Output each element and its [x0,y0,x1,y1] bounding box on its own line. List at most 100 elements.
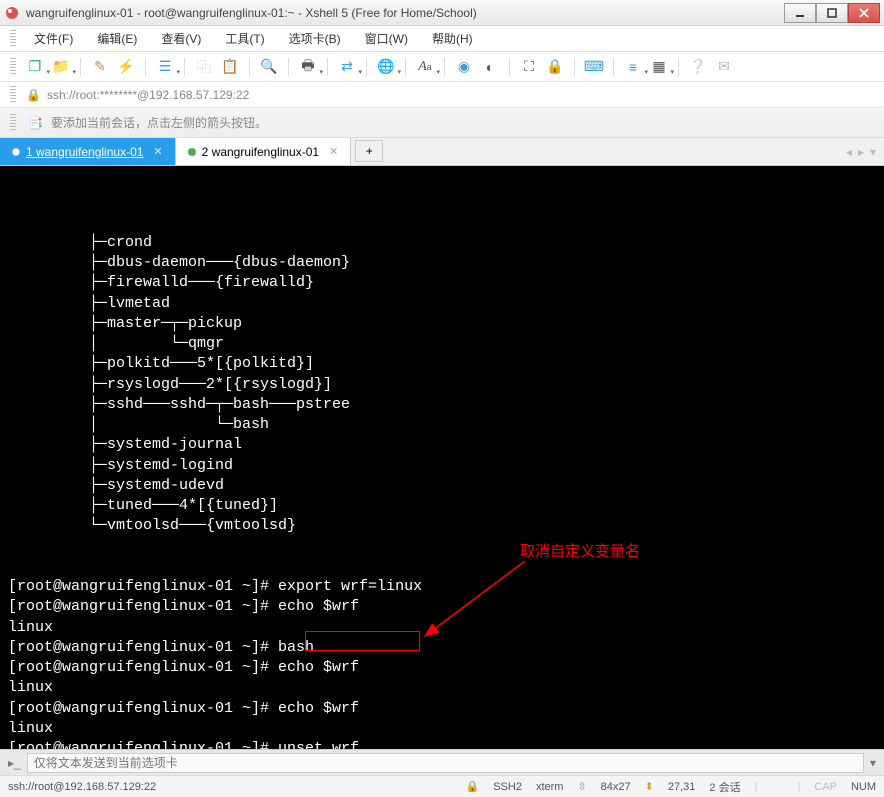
status-ssh: SSH2 [493,781,522,793]
properties-icon[interactable]: ☰▾ [154,56,176,78]
status-sessions: 2 会话 [709,779,740,795]
toolbar: ❐▾ 📁▾ ✎ ⚡ ☰▾ ⿻ 📋 🔍 🖶▾ ⇄▾ 🌐▾ Aa▾ ◉ ◐ ⛶ 🔒 … [0,52,884,82]
fullscreen-icon[interactable]: ⛶ [518,56,540,78]
open-folder-icon[interactable]: 📁▾ [50,56,72,78]
toolbar-sep [145,58,146,76]
titlebar[interactable]: wangruifenglinux-01 - root@wangruifengli… [0,0,884,26]
highlight-icon[interactable]: ◐ [479,56,501,78]
toolbar-sep [288,58,289,76]
menu-edit[interactable]: 编辑(E) [87,28,147,49]
menu-help[interactable]: 帮助(H) [422,28,483,49]
paste-icon[interactable]: 📋 [219,56,241,78]
menubar: 文件(F) 编辑(E) 查看(V) 工具(T) 选项卡(B) 窗口(W) 帮助(… [0,26,884,52]
send-input-field[interactable] [27,753,864,773]
tab-label: 2 wangruifenglinux-01 [202,145,319,159]
close-button[interactable] [848,3,880,23]
toolbar-sep [184,58,185,76]
app-icon [4,5,20,21]
terminal-size-icon: ⇳ [577,780,586,793]
menu-tab[interactable]: 选项卡(B) [279,28,351,49]
status-cursor-pos: 27,31 [668,781,696,793]
tipbar-text: 要添加当前会话，点击左侧的箭头按钮。 [51,114,267,131]
send-input-icon[interactable]: ▸_ [8,756,21,770]
tab-bar: 1 wangruifenglinux-01 ✕ 2 wangruifenglin… [0,138,884,166]
toolbar-sep [80,58,81,76]
bookmark-add-icon[interactable]: 📑 [28,116,43,130]
terminal-line: ├─systemd-udevd [8,476,876,496]
status-term: xterm [536,781,564,793]
maximize-button[interactable] [816,3,848,23]
find-icon[interactable]: 🔍 [258,56,280,78]
tab-add-button[interactable]: + [355,140,383,162]
menu-window[interactable]: 窗口(W) [355,28,418,49]
toolbar-grip[interactable] [10,58,16,76]
terminal-line: linux [8,719,876,739]
cursor-pos-icon: ⬍ [645,780,654,793]
send-input-dropdown-icon[interactable]: ▾ [870,756,876,770]
tab-session-1[interactable]: 1 wangruifenglinux-01 ✕ [0,138,176,165]
tab-label: 1 wangruifenglinux-01 [26,145,143,159]
copy-icon[interactable]: ⿻ [193,56,215,78]
toolbar-sep [444,58,445,76]
send-input-bar: ▸_ ▾ [0,749,884,775]
tab-status-dot [12,148,20,156]
terminal-line: [root@wangruifenglinux-01 ~]# bash [8,638,876,658]
help-icon[interactable]: ❔ [687,56,709,78]
terminal-line: ├─sshd───sshd─┬─bash───pstree [8,395,876,415]
tab-close-icon[interactable]: ✕ [153,145,162,158]
addressbar-text[interactable]: ssh://root:********@192.168.57.129:22 [47,88,874,102]
terminal-line: ├─firewalld───{firewalld} [8,273,876,293]
status-num: NUM [851,781,876,793]
terminal-line: ├─crond [8,233,876,253]
tab-status-dot [188,148,196,156]
terminal-line: linux [8,618,876,638]
terminal-line: ├─polkitd───5*[{polkitd}] [8,354,876,374]
tipbar-grip[interactable] [10,114,16,132]
terminal-line: linux [8,678,876,698]
annotation-highlight-box [305,631,420,651]
terminal-line: ├─lvmetad [8,294,876,314]
font-icon[interactable]: Aa▾ [414,56,436,78]
toolbar-sep [509,58,510,76]
lock-icon[interactable]: 🔒 [544,56,566,78]
transfer-icon[interactable]: ⇄▾ [336,56,358,78]
annotation-text: 取消自定义变量名 [520,542,640,562]
terminal-line: ├─tuned───4*[{tuned}] [8,496,876,516]
minimize-button[interactable] [784,3,816,23]
print-icon[interactable]: 🖶▾ [297,56,319,78]
reconnect-icon[interactable]: ✎ [89,56,111,78]
menu-grip[interactable] [10,30,16,48]
toolbar-sep [366,58,367,76]
menu-view[interactable]: 查看(V) [151,28,211,49]
layout-icon[interactable]: ▦▾ [648,56,670,78]
script-icon[interactable]: ≡▾ [622,56,644,78]
tab-session-2[interactable]: 2 wangruifenglinux-01 ✕ [176,138,352,165]
tab-list-icon[interactable]: ▾ [870,145,876,159]
menu-file[interactable]: 文件(F) [24,28,83,49]
addressbar: 🔒 ssh://root:********@192.168.57.129:22 [0,82,884,108]
addressbar-grip[interactable] [10,86,16,104]
terminal-line: [root@wangruifenglinux-01 ~]# echo $wrf [8,658,876,678]
terminal[interactable]: ├─crond ├─dbus-daemon───{dbus-daemon} ├─… [0,166,884,749]
color-scheme-icon[interactable]: ◉ [453,56,475,78]
lock-status-icon: 🔒 [466,780,480,793]
window-controls [784,3,880,23]
tab-next-icon[interactable]: ▸ [858,145,864,159]
terminal-line: ├─dbus-daemon───{dbus-daemon} [8,253,876,273]
terminal-line: │ └─bash [8,415,876,435]
globe-icon[interactable]: 🌐▾ [375,56,397,78]
tab-close-icon[interactable]: ✕ [329,145,338,158]
about-icon[interactable]: ✉ [713,56,735,78]
keyboard-icon[interactable]: ⌨ [583,56,605,78]
terminal-line: │ └─qmgr [8,334,876,354]
app-window: wangruifenglinux-01 - root@wangruifengli… [0,0,884,797]
tab-prev-icon[interactable]: ◂ [846,145,852,159]
new-session-icon[interactable]: ❐▾ [24,56,46,78]
terminal-line: ├─systemd-journal [8,435,876,455]
titlebar-text: wangruifenglinux-01 - root@wangruifengli… [26,6,784,20]
menu-tools[interactable]: 工具(T) [215,28,274,49]
terminal-line: └─vmtoolsd───{vmtoolsd} [8,516,876,536]
terminal-line: ├─rsyslogd───2*[{rsyslogd}] [8,375,876,395]
disconnect-icon[interactable]: ⚡ [115,56,137,78]
tip-bar: 📑 要添加当前会话，点击左侧的箭头按钮。 [0,108,884,138]
